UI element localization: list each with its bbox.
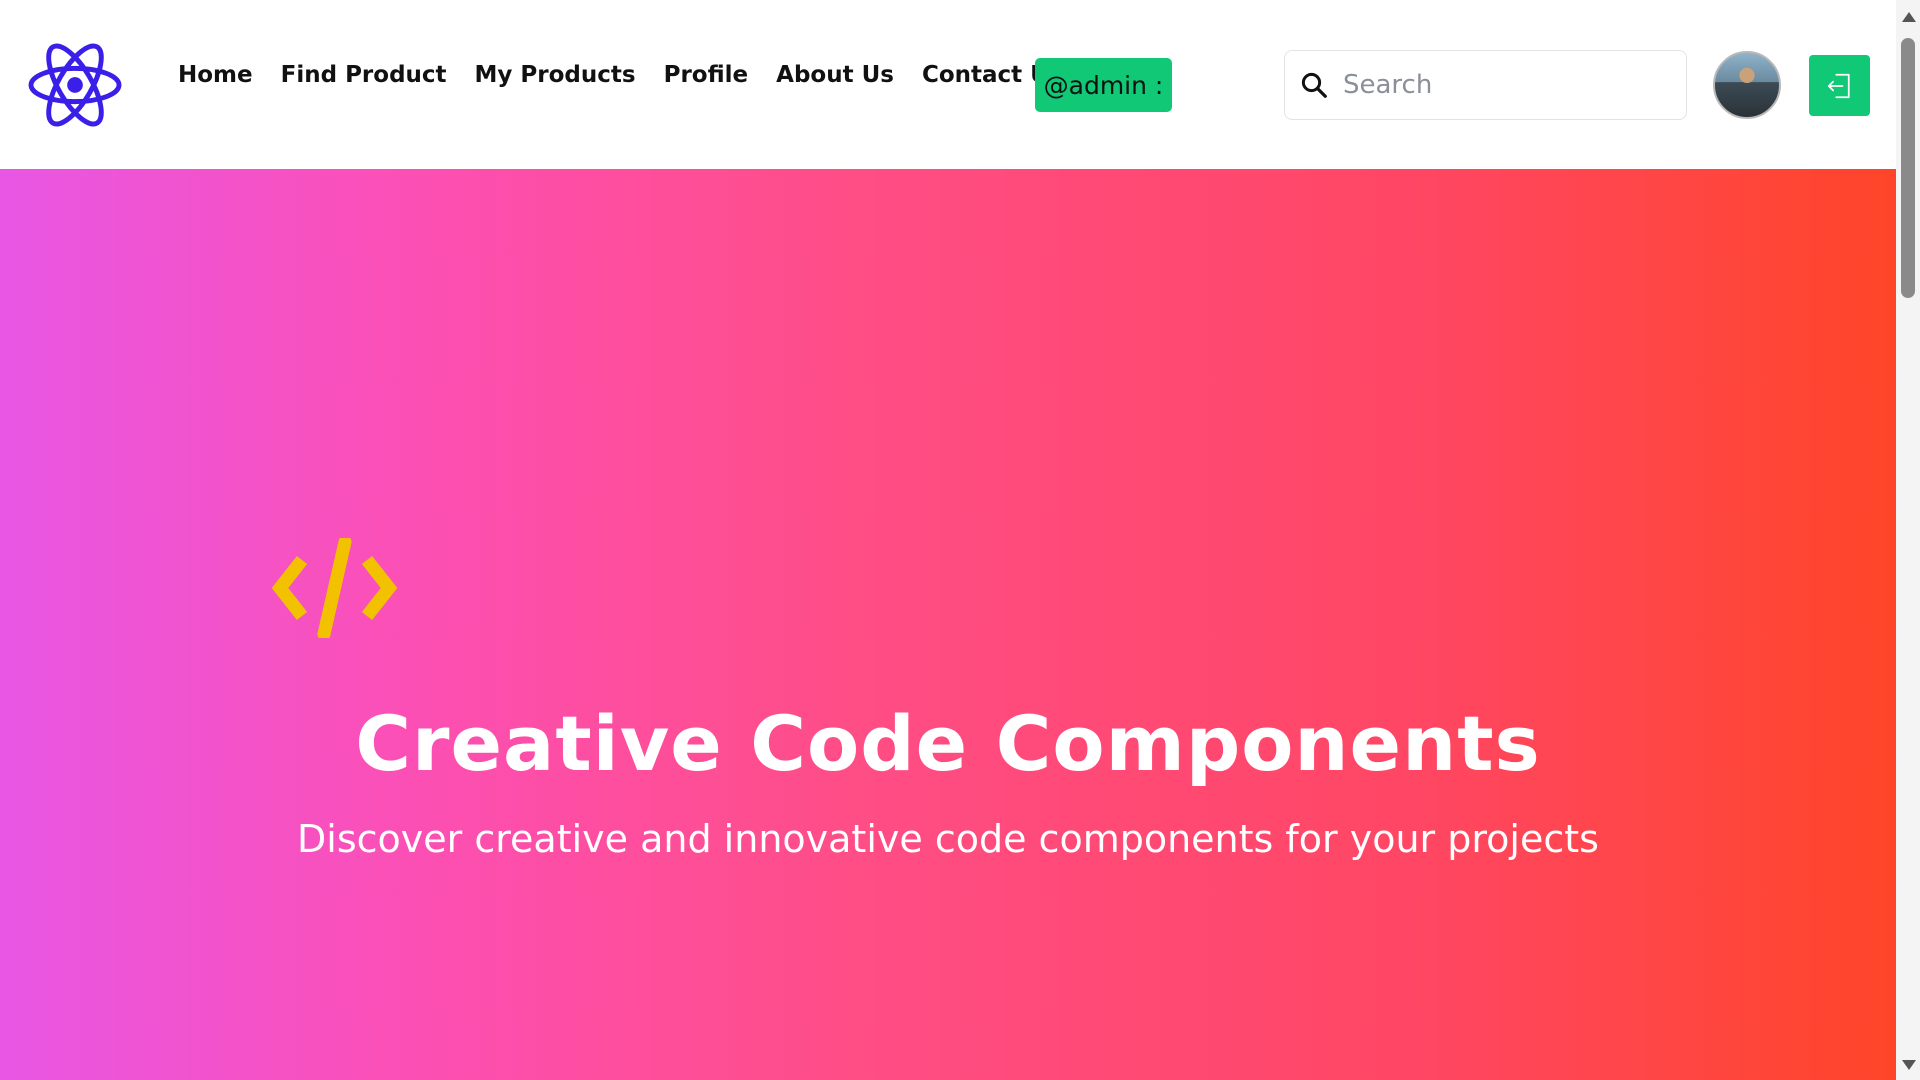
search-input[interactable] — [1343, 65, 1673, 105]
nav-link-about-us[interactable]: About Us — [776, 62, 894, 88]
nav-link-my-products[interactable]: My Products — [475, 62, 636, 88]
avatar[interactable] — [1713, 51, 1781, 119]
nav-link-profile[interactable]: Profile — [664, 62, 749, 88]
navbar: Home Find Product My Products Profile Ab… — [0, 0, 1896, 169]
scroll-thumb[interactable] — [1901, 38, 1915, 298]
page-scrollbar[interactable] — [1896, 0, 1920, 1080]
react-logo-icon[interactable] — [26, 41, 124, 129]
nav-link-home[interactable]: Home — [178, 62, 253, 88]
search-box — [1284, 50, 1687, 120]
hero-title: Creative Code Components — [355, 699, 1541, 788]
logout-icon — [1827, 73, 1850, 98]
hero-subtitle: Discover creative and innovative code co… — [297, 817, 1599, 861]
scroll-down-arrow-icon[interactable] — [1902, 1060, 1916, 1070]
main-nav: Home Find Product My Products Profile Ab… — [178, 62, 1063, 88]
code-icon — [272, 538, 397, 638]
nav-link-find-product[interactable]: Find Product — [281, 62, 447, 88]
scroll-up-arrow-icon[interactable] — [1902, 12, 1916, 22]
admin-badge[interactable]: @admin : — [1035, 58, 1172, 112]
logout-button[interactable] — [1809, 55, 1870, 116]
search-icon — [1301, 72, 1327, 98]
